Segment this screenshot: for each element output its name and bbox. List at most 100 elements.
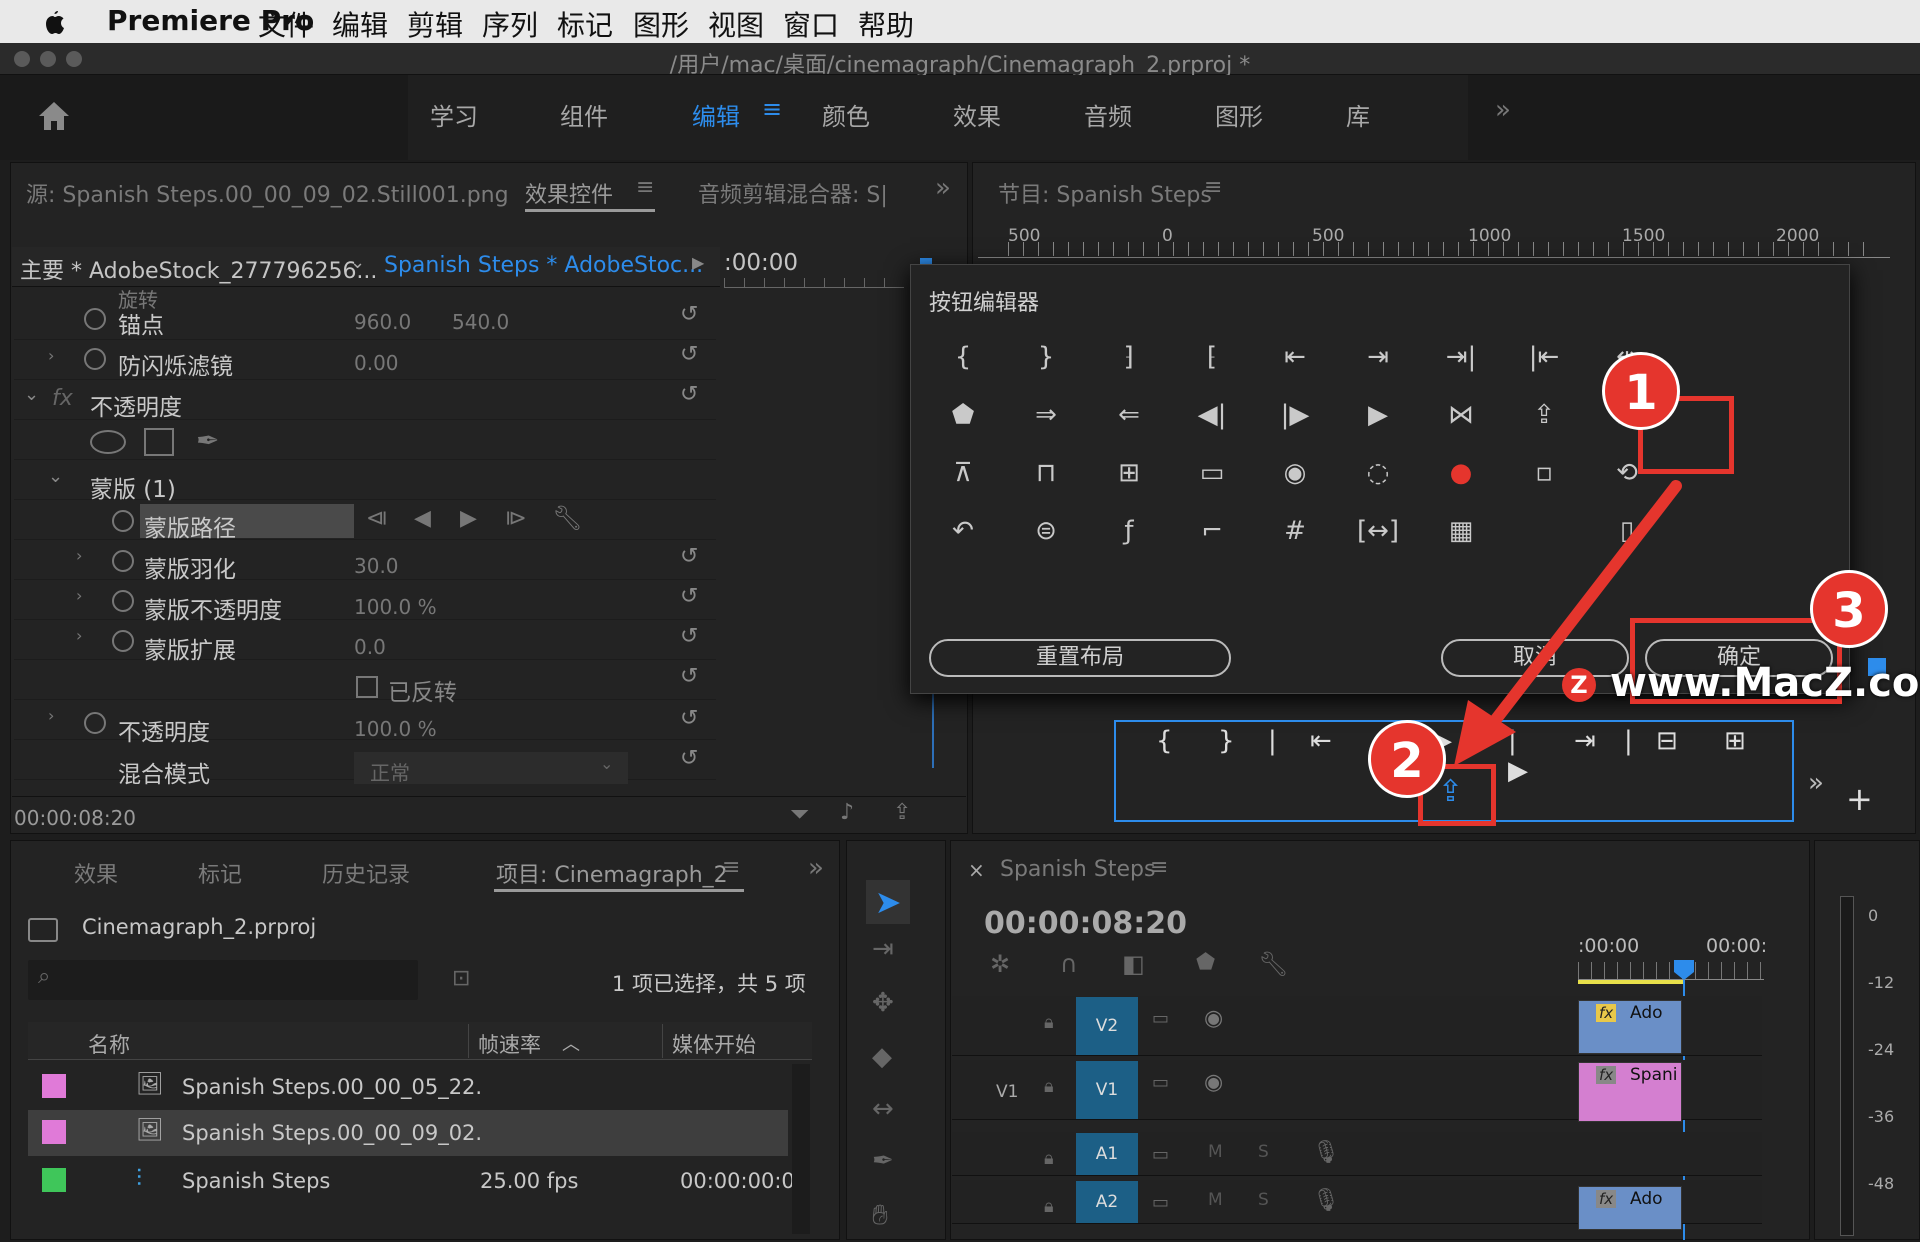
column-frame-rate[interactable]: 帧速率	[478, 1029, 541, 1059]
stopwatch-icon[interactable]	[84, 712, 106, 734]
expand-chevron-icon[interactable]: ›	[76, 586, 82, 605]
add-marker-icon[interactable]: ◧	[1122, 950, 1145, 978]
track-target[interactable]: V1	[1076, 1061, 1138, 1119]
label-color-swatch[interactable]	[42, 1120, 66, 1144]
menu-help[interactable]: 帮助	[858, 4, 914, 44]
anchor-y-value[interactable]: 540.0	[452, 310, 509, 334]
menu-clip[interactable]: 剪辑	[407, 4, 463, 44]
reset-icon[interactable]: ↺	[680, 382, 706, 407]
column-media-start[interactable]: 媒体开始	[672, 1029, 756, 1059]
extract-icon[interactable]: ⊓	[1024, 451, 1068, 495]
workspace-menu-icon[interactable]: ≡	[762, 95, 782, 123]
stopwatch-icon[interactable]	[112, 590, 134, 612]
anchor-x-value[interactable]: 960.0	[354, 310, 411, 334]
eye-icon[interactable]: ◉	[1204, 1070, 1223, 1095]
workspace-libraries[interactable]: 库	[1346, 97, 1370, 132]
microphone-icon[interactable]: 🎙︎	[1312, 1140, 1340, 1165]
stopwatch-icon[interactable]	[84, 348, 106, 370]
tab-effect-controls[interactable]: 效果控件	[525, 177, 613, 209]
tab-markers[interactable]: 标记	[198, 857, 242, 889]
play-icon[interactable]: ▶	[1356, 393, 1400, 437]
pen-tool-icon[interactable]: ✒	[872, 1146, 894, 1176]
inverted-checkbox[interactable]	[356, 676, 378, 698]
track-select-tool-icon[interactable]: ⇥	[872, 934, 894, 964]
menu-graphics[interactable]: 图形	[633, 4, 689, 44]
mark-out-icon[interactable]: }	[1218, 726, 1235, 756]
linked-selection-icon[interactable]: ∩	[1060, 950, 1078, 978]
overwrite-icon[interactable]: ⊞	[1724, 726, 1746, 756]
tab-audio-clip-mixer[interactable]: 音频剪辑混合器: S|	[698, 177, 888, 209]
stopwatch-icon[interactable]	[112, 510, 134, 532]
step-back-icon[interactable]: |	[1268, 726, 1277, 756]
menu-sequence[interactable]: 序列	[482, 4, 538, 44]
expand-chevron-icon[interactable]: ›	[48, 706, 54, 725]
panel-menu-icon[interactable]: ≡	[636, 175, 654, 200]
table-row[interactable]: 🖼︎ Spanish Steps.00_00_05_22.	[28, 1064, 788, 1110]
go-to-next-edit-icon[interactable]: ⇥|	[1439, 335, 1483, 379]
razor-tool-icon[interactable]: ◆	[872, 1042, 892, 1072]
solo-toggle[interactable]: S	[1258, 1142, 1269, 1162]
wrench-icon[interactable]: 🔧︎	[552, 504, 582, 532]
reset-icon[interactable]: ↺	[680, 302, 706, 327]
trim-icon[interactable]: [↔]	[1356, 509, 1400, 553]
comment-icon[interactable]: ◌	[1356, 451, 1400, 495]
eye-icon[interactable]: ◉	[1204, 1006, 1223, 1031]
sync-lock-icon[interactable]: ▭	[1152, 1008, 1169, 1029]
grid-icon[interactable]: #	[1273, 509, 1317, 553]
vr-video-icon[interactable]: ⊜	[1024, 509, 1068, 553]
reset-icon[interactable]: ↺	[680, 544, 706, 569]
reset-icon[interactable]: ↺	[680, 584, 706, 609]
selection-tool-icon[interactable]: ➤	[866, 880, 910, 924]
mute-toggle[interactable]: M	[1208, 1142, 1223, 1162]
slip-tool-icon[interactable]: ↔	[872, 1094, 894, 1124]
step-back-icon[interactable]: ◀|	[1190, 393, 1234, 437]
filter-icon[interactable]: ⏷	[790, 800, 809, 828]
sort-ascending-icon[interactable]: ︿	[562, 1030, 580, 1056]
workspace-learn[interactable]: 学习	[430, 97, 478, 132]
pen-mask-icon[interactable]: ✒	[196, 424, 219, 457]
tab-effects[interactable]: 效果	[74, 857, 118, 889]
export-frame-icon[interactable]: ⇪	[893, 800, 911, 825]
workspace-audio[interactable]: 音频	[1084, 97, 1132, 132]
stopwatch-icon[interactable]	[112, 550, 134, 572]
rectangle-mask-icon[interactable]	[144, 428, 174, 456]
button-editor-plus-icon[interactable]: +	[1846, 780, 1873, 818]
audio-toggle-icon[interactable]: ♪	[840, 800, 854, 825]
collapse-chevron-icon[interactable]: ⌄	[24, 384, 39, 405]
tab-timeline[interactable]: Spanish Steps	[1000, 857, 1155, 882]
fx-icon[interactable]: ƒ	[1107, 509, 1151, 553]
go-to-prev-marker-icon[interactable]: ⇐	[1107, 393, 1151, 437]
collapse-chevron-icon[interactable]: ⌄	[48, 466, 63, 487]
snap-icon[interactable]: ✲	[990, 950, 1010, 978]
panel-menu-icon[interactable]: ≡	[1150, 855, 1168, 880]
project-scrollbar[interactable]	[792, 1064, 810, 1234]
ruler-icon[interactable]: ⌐	[1190, 509, 1234, 553]
more-panels-icon[interactable]: »	[935, 173, 951, 203]
tab-source[interactable]: 源: Spanish Steps.00_00_09_02.Still001.pn…	[26, 177, 509, 209]
tab-program[interactable]: 节目: Spanish Steps	[998, 177, 1212, 209]
lock-icon[interactable]: 🔒︎	[1044, 1076, 1054, 1097]
menu-window[interactable]: 窗口	[783, 4, 839, 44]
lock-icon[interactable]: 🔒︎	[1044, 1196, 1054, 1217]
mark-out-icon[interactable]: }	[1024, 335, 1068, 379]
more-panels-icon[interactable]: »	[808, 853, 824, 883]
microphone-icon[interactable]: 🎙︎	[1312, 1188, 1340, 1213]
marker-icon[interactable]: ⬟	[1196, 950, 1215, 975]
track-forward-all-icon[interactable]: ⧐	[505, 506, 527, 531]
go-to-out-icon[interactable]: ⇥	[1356, 335, 1400, 379]
reset-icon[interactable]: ↺	[680, 624, 706, 649]
hand-tool-icon[interactable]: ✋︎	[872, 1198, 888, 1232]
track-target[interactable]: A2	[1076, 1181, 1138, 1223]
menu-view[interactable]: 视图	[708, 4, 764, 44]
go-to-prev-edit-icon[interactable]: |⇤	[1522, 335, 1566, 379]
track-backward-all-icon[interactable]: ⧏	[366, 506, 388, 531]
track-source-patch[interactable]: V1	[996, 1082, 1018, 1102]
mark-clip-in-icon[interactable]: ⁆	[1107, 335, 1151, 379]
expand-chevron-icon[interactable]: ›	[76, 626, 82, 645]
reset-layout-button[interactable]: 重置布局	[929, 639, 1231, 677]
antiflicker-value[interactable]: 0.00	[354, 351, 399, 375]
sequence-clip[interactable]: Spanish Steps * AdobeStoc...	[384, 253, 703, 278]
sync-lock-icon[interactable]: ▭	[1152, 1192, 1169, 1213]
loop-icon[interactable]: ↶	[941, 509, 985, 553]
stopwatch-icon[interactable]	[84, 308, 106, 330]
